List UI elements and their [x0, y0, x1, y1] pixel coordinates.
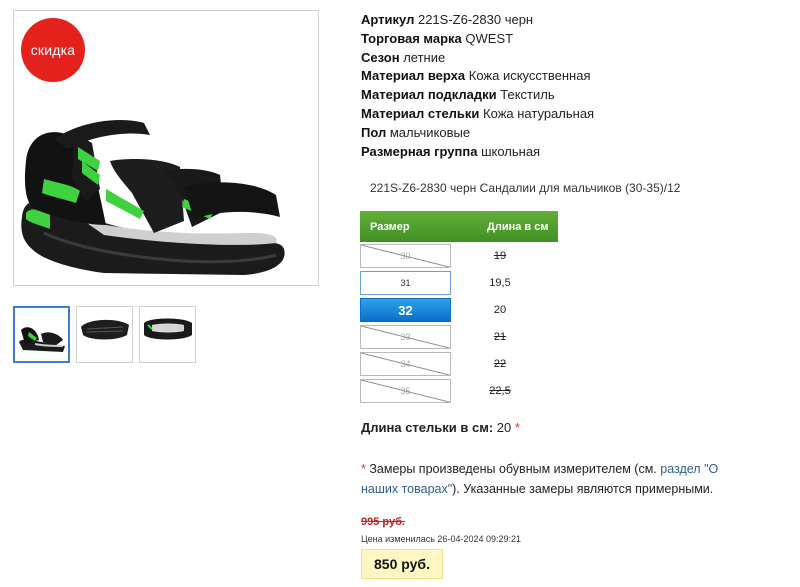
size-length-34: 22 — [493, 358, 507, 370]
size-length-31: 19,5 — [489, 277, 511, 289]
size-option-30[interactable]: 30 — [360, 244, 451, 268]
spec-brand: Торговая марка QWEST — [361, 30, 514, 46]
size-length-35: 22,5 — [489, 385, 511, 397]
size-option-35[interactable]: 35 — [360, 379, 451, 403]
insole-length: Длина стельки в см: 20 * — [361, 420, 520, 435]
spec-gender: Пол мальчиковые — [361, 124, 471, 140]
thumb-side-image — [19, 327, 65, 352]
size-length-33: 21 — [493, 331, 507, 343]
size-option-31[interactable]: 31 — [360, 271, 451, 295]
size-row: 31 19,5 — [360, 270, 558, 296]
thumb-sole-view[interactable] — [76, 306, 133, 363]
insole-length-star: * — [514, 420, 520, 435]
insole-length-value: 20 — [496, 420, 512, 435]
old-price: 995 руб. — [361, 516, 405, 528]
current-price: 850 руб. — [361, 549, 443, 579]
thumb-side-view[interactable] — [13, 306, 70, 363]
size-table-header: Размер Длина в см — [360, 211, 558, 242]
measurement-note: * Замеры произведены обувным измерителем… — [361, 459, 751, 499]
size-row: 32 20 — [360, 297, 558, 323]
spec-season: Сезон летние — [361, 49, 446, 65]
spec-lining-material: Материал подкладки Текстиль — [361, 87, 555, 103]
thumbnail-strip — [13, 306, 196, 363]
sale-badge: скидка — [21, 18, 85, 82]
thumb-sole-image — [81, 319, 129, 340]
note-text-before: Замеры произведены обувным измерителем (… — [365, 462, 661, 476]
size-option-32-selected[interactable]: 32 — [360, 298, 451, 322]
size-length-30: 19 — [493, 250, 507, 262]
spec-size-group: Размерная группа школьная — [361, 143, 541, 159]
insole-length-label: Длина стельки в см: — [361, 420, 494, 435]
size-table: Размер Длина в см 30 19 31 19,5 32 20 33… — [360, 211, 558, 404]
thumb-top-view[interactable] — [139, 306, 196, 363]
note-text-after: ). Указанные замеры являются примерными. — [452, 482, 714, 496]
spec-insole-material: Материал стельки Кожа натуральная — [361, 105, 595, 121]
product-specs: Артикул 221S-Z6-2830 черн Торговая марка… — [361, 11, 594, 161]
thumb-top-image — [144, 318, 192, 340]
col-size-header: Размер — [370, 220, 410, 233]
spec-article: Артикул 221S-Z6-2830 черн — [361, 12, 534, 27]
main-product-image[interactable]: скидка — [13, 10, 319, 286]
price-changed-date: Цена изменилась 26-04-2024 09:29:21 — [361, 534, 522, 544]
size-row: 30 19 — [360, 243, 558, 269]
col-length-header: Длина в см — [487, 220, 549, 233]
size-length-32: 20 — [493, 304, 507, 316]
product-title-line: 221S-Z6-2830 черн Сандалии для мальчиков… — [370, 181, 681, 195]
size-row: 34 22 — [360, 351, 558, 377]
spec-upper-material: Материал верха Кожа искусственная — [361, 68, 591, 84]
size-row: 35 22,5 — [360, 378, 558, 404]
size-row: 33 21 — [360, 324, 558, 350]
size-option-34[interactable]: 34 — [360, 352, 451, 376]
size-option-33[interactable]: 33 — [360, 325, 451, 349]
